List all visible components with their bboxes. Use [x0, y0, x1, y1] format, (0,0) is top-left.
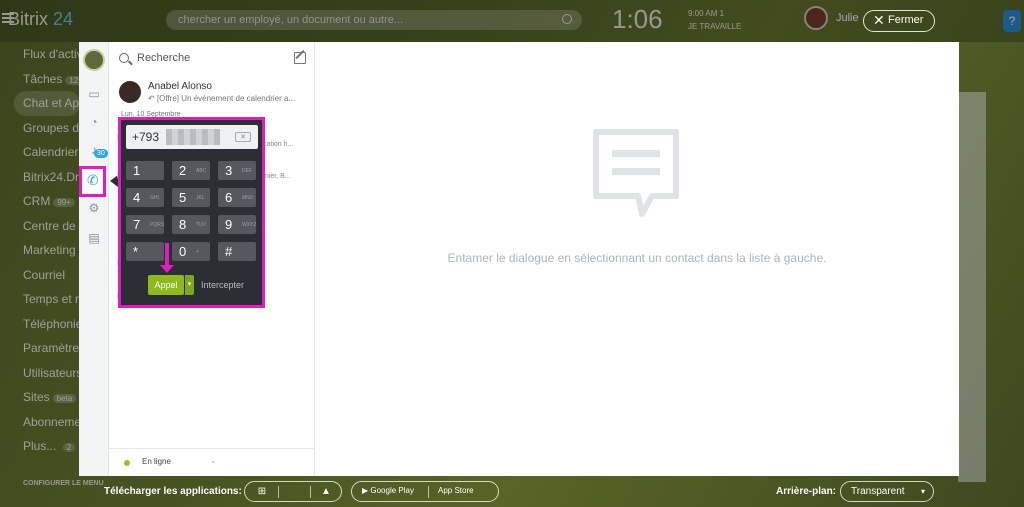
- phone-icon: ✆: [87, 172, 99, 188]
- dial-key-digit: 1: [133, 163, 141, 178]
- linux-icon[interactable]: ▲: [319, 485, 333, 499]
- search-input[interactable]: Recherche: [137, 52, 190, 64]
- dial-key-digit: 4: [133, 190, 141, 205]
- pointer-arrow: [160, 243, 174, 273]
- gear-icon[interactable]: ⚙: [87, 201, 101, 215]
- dial-key-digit: *: [133, 244, 139, 259]
- notes-icon[interactable]: ▤: [87, 231, 101, 245]
- dial-key-digit: 5: [179, 190, 187, 205]
- list-item[interactable]: Anabel Alonso ↶ [Offre] Un événement de …: [117, 80, 313, 108]
- call-button[interactable]: Appel: [148, 275, 184, 295]
- compose-icon[interactable]: [294, 52, 306, 64]
- chat-icon: [593, 129, 679, 217]
- intercept-link[interactable]: Intercepter: [201, 280, 244, 290]
- contact-name: Anabel Alonso: [148, 81, 212, 92]
- last-message: ↶ [Offre] Un événement de calendrier a..…: [148, 94, 296, 103]
- apps-label: Télécharger les applications:: [104, 486, 242, 497]
- dial-key[interactable]: #: [218, 242, 256, 261]
- desktop-apps-group: ⊞ ▲: [244, 481, 342, 502]
- background-label: Arrière-plan:: [776, 486, 837, 497]
- chevron-down-icon: ⌄: [210, 458, 216, 465]
- dial-key-letters: TUV: [196, 222, 206, 228]
- dial-key-digit: #: [225, 244, 233, 259]
- empty-dialog-hint: Entamer le dialogue en sélectionnant un …: [447, 251, 827, 265]
- online-status-icon: [124, 460, 130, 466]
- dial-key[interactable]: *: [126, 242, 164, 261]
- dial-key[interactable]: 7 PQRS: [126, 215, 164, 234]
- search-icon: [119, 53, 129, 63]
- clear-icon[interactable]: ✕: [235, 132, 251, 142]
- google-play-button[interactable]: ▶ Google Play: [362, 486, 414, 495]
- phone-number-input[interactable]: +793 ✕: [126, 125, 258, 149]
- dial-key[interactable]: 0 +: [172, 242, 210, 261]
- status-selector[interactable]: En ligne ⌄: [109, 448, 315, 476]
- divider: [428, 486, 429, 498]
- notification-badge: 30: [94, 149, 108, 158]
- dial-key-digit: 0: [179, 244, 187, 259]
- dial-key-digit: 9: [225, 217, 233, 232]
- dialpad-popup: +793 ✕ 1 2 ABC 3 DEF 4 GHI 5 JKL 6 MNO 7 PQRS 8 TUV 9 WX…: [118, 117, 265, 308]
- dial-key-letters: MNO: [242, 195, 254, 201]
- dial-key-letters: DEF: [242, 168, 252, 174]
- dial-key-letters: +: [196, 249, 199, 255]
- contact-search[interactable]: Recherche: [117, 52, 307, 68]
- dial-key-letters: ABC: [196, 168, 207, 174]
- dial-key[interactable]: 6 MNO: [218, 188, 256, 207]
- background-select[interactable]: Transparent ▾: [840, 481, 934, 502]
- dial-key[interactable]: 1: [126, 161, 164, 180]
- chat-list-icon[interactable]: ▭: [87, 87, 101, 101]
- dial-key-digit: 2: [179, 163, 187, 178]
- dial-key-digit: 7: [133, 217, 141, 232]
- dial-key-letters: GHI: [150, 195, 159, 201]
- list-item[interactable]: cation h...: [263, 141, 293, 148]
- call-options-dropdown[interactable]: ▾: [185, 275, 194, 295]
- divider: [278, 486, 279, 498]
- redacted-number: [166, 129, 220, 145]
- dial-key-letters: PQRS: [150, 222, 165, 228]
- dial-key-digit: 6: [225, 190, 233, 205]
- dial-key-letters: WXYZ: [242, 222, 257, 228]
- open-lines-icon[interactable]: ◔: [87, 115, 101, 129]
- status-label: En ligne: [142, 457, 171, 466]
- dial-key[interactable]: 4 GHI: [126, 188, 164, 207]
- mobile-apps-group: ▶ Google Play App Store: [351, 481, 499, 502]
- dial-key[interactable]: 9 WXYZ: [218, 215, 256, 234]
- dial-key[interactable]: 5 JKL: [172, 188, 210, 207]
- list-item[interactable]: mier, B...: [263, 173, 291, 180]
- avatar: [119, 81, 141, 103]
- phone-number-value: +793: [132, 130, 160, 144]
- dial-key[interactable]: 2 ABC: [172, 161, 210, 180]
- dial-key-letters: JKL: [196, 195, 205, 201]
- divider: [310, 486, 311, 498]
- dial-key-digit: 3: [225, 163, 233, 178]
- apple-icon[interactable]: [287, 485, 301, 499]
- dial-key[interactable]: 8 TUV: [172, 215, 210, 234]
- close-icon: ✕: [873, 12, 885, 28]
- close-button[interactable]: ✕ Fermer: [863, 10, 935, 32]
- dial-key-digit: 8: [179, 217, 187, 232]
- dial-key[interactable]: 3 DEF: [218, 161, 256, 180]
- phone-tab[interactable]: ✆: [79, 166, 106, 197]
- avatar[interactable]: [83, 49, 105, 71]
- app-store-button[interactable]: App Store: [438, 486, 474, 495]
- chevron-down-icon: ▾: [920, 487, 925, 496]
- messenger-rail: ▭ ◔ ♪ 30 ✆ ⚙ ▤: [79, 42, 109, 476]
- dialog-area: Entamer le dialogue en sélectionnant un …: [315, 42, 959, 476]
- windows-icon[interactable]: ⊞: [255, 485, 269, 499]
